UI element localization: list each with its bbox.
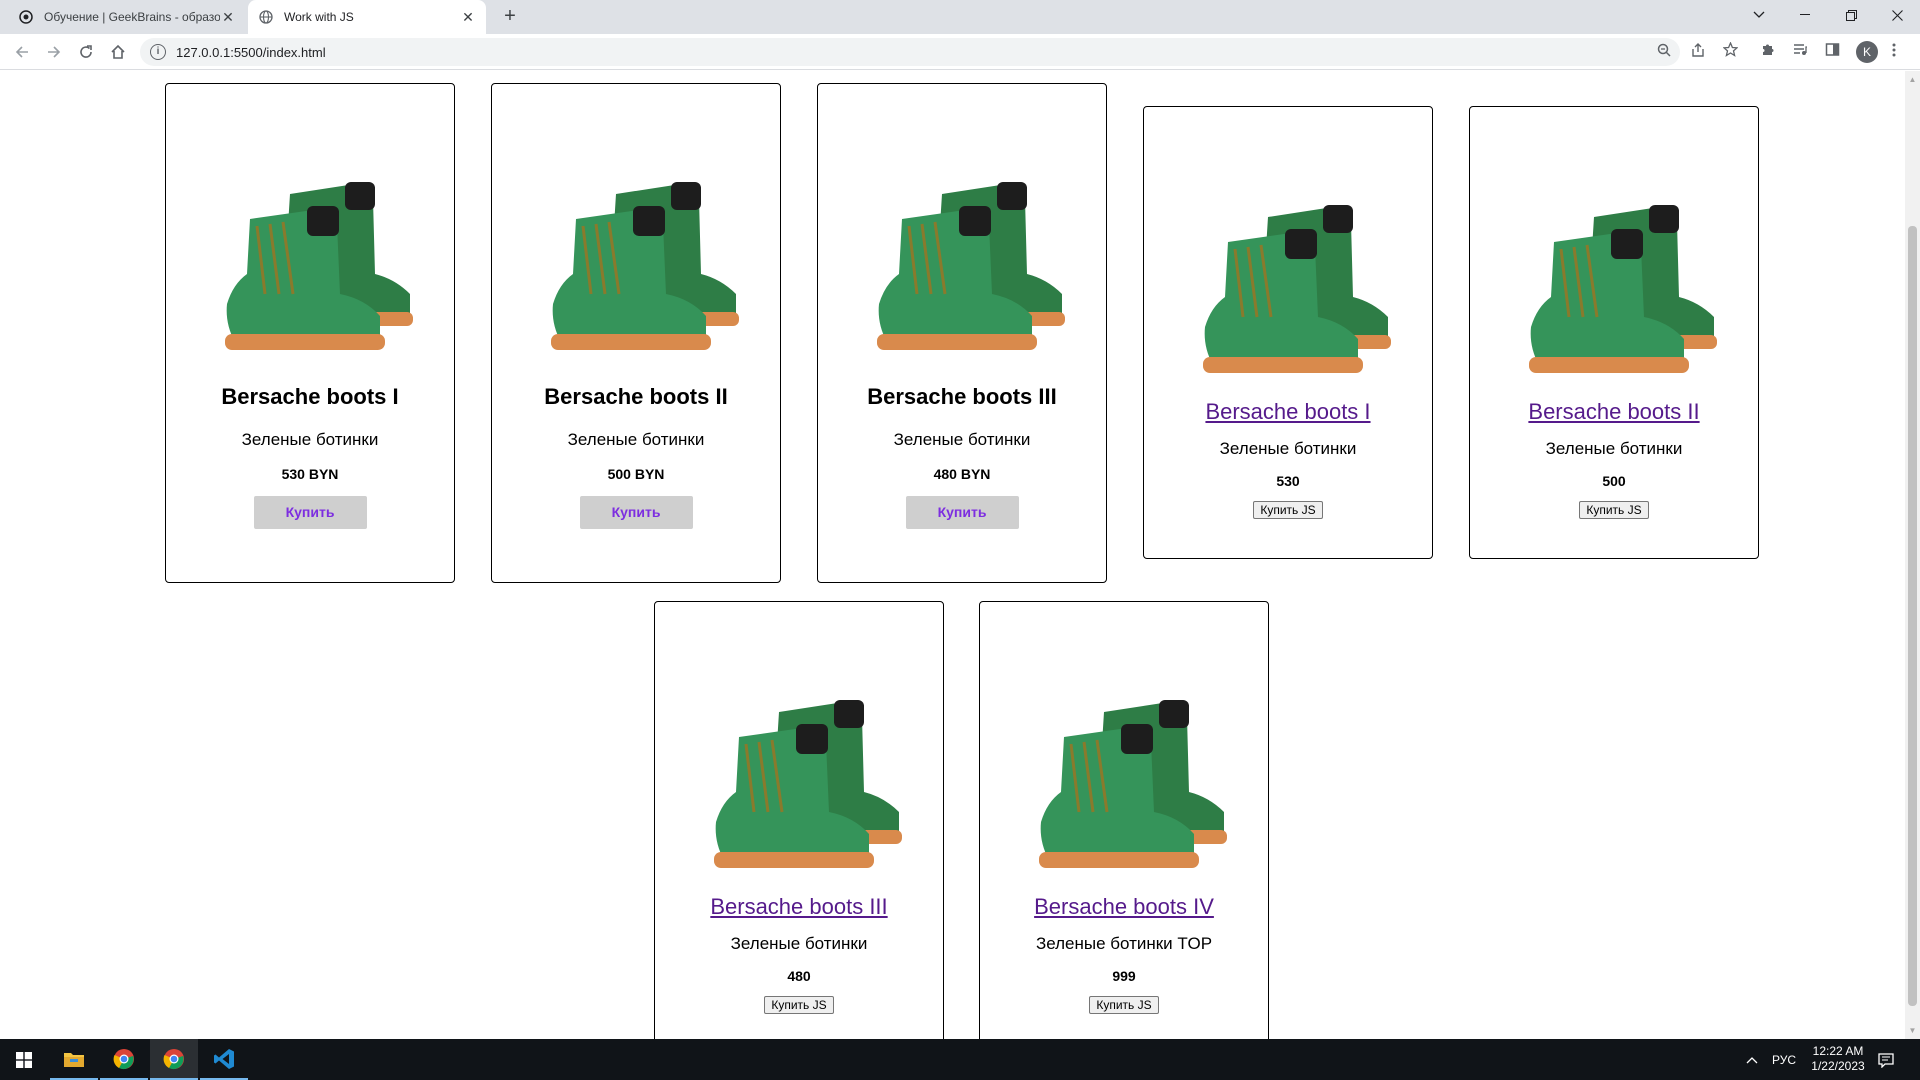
new-tab-button[interactable]: + xyxy=(498,6,522,28)
buy-js-button[interactable]: Купить JS xyxy=(1253,501,1323,519)
green-boots-image xyxy=(712,698,904,870)
buy-js-button[interactable]: Купить JS xyxy=(1579,501,1649,519)
site-info-icon[interactable]: i xyxy=(150,44,166,60)
js-product-card: Bersache boots III Зеленые ботинки 480 К… xyxy=(654,601,944,1039)
product-description: Зеленые ботинки TOP xyxy=(1035,934,1213,953)
product-description: Зеленые ботинки xyxy=(567,430,705,449)
zoom-icon[interactable] xyxy=(1654,42,1674,62)
buy-button[interactable]: Купить xyxy=(905,496,1019,529)
close-tab-icon[interactable]: ✕ xyxy=(220,9,236,26)
scrollbar-thumb[interactable] xyxy=(1908,226,1917,1006)
globe-icon xyxy=(258,9,274,25)
media-queue-icon[interactable] xyxy=(1790,42,1810,62)
home-icon[interactable] xyxy=(106,40,130,64)
extensions-puzzle-icon[interactable] xyxy=(1758,42,1778,62)
profile-avatar[interactable]: K xyxy=(1856,41,1878,63)
product-description: Зеленые ботинки xyxy=(730,934,868,953)
input-language[interactable]: РУС xyxy=(1772,1039,1796,1080)
product-price: 500 BYN xyxy=(607,466,665,482)
restore-icon[interactable] xyxy=(1828,0,1874,30)
browser-menu-icon[interactable] xyxy=(1884,42,1904,62)
product-card: Bersache boots III Зеленые ботинки 480 B… xyxy=(817,83,1107,583)
share-icon[interactable] xyxy=(1688,42,1708,62)
green-boots-image xyxy=(223,180,415,352)
product-price: 999 xyxy=(1112,968,1136,984)
product-title-link[interactable]: Bersache boots III xyxy=(710,894,887,920)
product-description: Зеленые ботинки xyxy=(893,430,1031,449)
product-title: Bersache boots III xyxy=(867,384,1057,409)
vscode-icon[interactable] xyxy=(200,1039,248,1080)
close-tab-icon[interactable]: ✕ xyxy=(460,9,476,26)
product-description: Зеленые ботинки xyxy=(1545,439,1683,458)
tab-geekbrains[interactable]: Обучение | GeekBrains - образо ✕ xyxy=(8,0,246,34)
product-price: 530 BYN xyxy=(281,466,339,482)
tab-title: Work with JS xyxy=(284,10,354,24)
buy-button[interactable]: Купить xyxy=(253,496,367,529)
side-panel-icon[interactable] xyxy=(1822,42,1842,62)
notifications-icon[interactable] xyxy=(1878,1039,1894,1080)
buy-button[interactable]: Купить xyxy=(579,496,693,529)
product-title-link[interactable]: Bersache boots II xyxy=(1528,399,1699,425)
chrome-active-window-icon[interactable] xyxy=(150,1039,198,1080)
minimize-icon[interactable] xyxy=(1782,0,1828,30)
product-price: 500 xyxy=(1602,473,1626,489)
green-boots-image xyxy=(1037,698,1229,870)
tab-search-chevron-icon[interactable] xyxy=(1736,0,1782,30)
buy-js-button[interactable]: Купить JS xyxy=(1089,996,1159,1014)
page-viewport: Bersache boots I Зеленые ботинки 530 BYN… xyxy=(0,71,1905,1039)
tab-title: Обучение | GeekBrains - образо xyxy=(44,10,220,24)
product-price: 530 xyxy=(1276,473,1300,489)
back-arrow-icon[interactable] xyxy=(10,40,34,64)
green-boots-image xyxy=(875,180,1067,352)
product-title: Bersache boots I xyxy=(221,384,399,409)
reload-icon[interactable] xyxy=(74,40,98,64)
green-boots-image xyxy=(1527,203,1719,375)
js-product-card: Bersache boots IV Зеленые ботинки TOP 99… xyxy=(979,601,1269,1039)
url-text: 127.0.0.1:5500/index.html xyxy=(176,44,326,60)
product-title-link[interactable]: Bersache boots IV xyxy=(1034,894,1214,920)
chrome-icon[interactable] xyxy=(100,1039,148,1080)
page-scrollbar[interactable]: ▲ ▼ xyxy=(1905,71,1920,1039)
scroll-down-arrow-icon[interactable]: ▼ xyxy=(1908,1026,1917,1035)
tab-work-with-js[interactable]: Work with JS ✕ xyxy=(248,0,486,34)
tray-chevron-icon[interactable] xyxy=(1746,1039,1758,1080)
forward-arrow-icon[interactable] xyxy=(42,40,66,64)
scroll-up-arrow-icon[interactable]: ▲ xyxy=(1908,75,1917,84)
js-product-card: Bersache boots II Зеленые ботинки 500 Ку… xyxy=(1469,106,1759,559)
product-price: 480 xyxy=(787,968,811,984)
close-window-icon[interactable] xyxy=(1874,0,1920,30)
clock-date: 1/22/2023 xyxy=(1811,1059,1865,1073)
address-bar[interactable]: i 127.0.0.1:5500/index.html xyxy=(140,38,1680,66)
buy-js-button[interactable]: Купить JS xyxy=(764,996,834,1014)
geekbrains-favicon-icon xyxy=(18,9,34,25)
bookmark-star-icon[interactable] xyxy=(1720,41,1740,62)
product-title-link[interactable]: Bersache boots I xyxy=(1205,399,1370,425)
green-boots-image xyxy=(549,180,741,352)
product-card: Bersache boots I Зеленые ботинки 530 BYN… xyxy=(165,83,455,583)
file-explorer-icon[interactable] xyxy=(50,1039,98,1080)
windows-taskbar: РУС 12:22 AM 1/22/2023 xyxy=(0,1039,1920,1080)
clock-time: 12:22 AM xyxy=(1812,1044,1864,1058)
green-boots-image xyxy=(1201,203,1393,375)
product-title: Bersache boots II xyxy=(544,384,728,409)
js-product-card: Bersache boots I Зеленые ботинки 530 Куп… xyxy=(1143,106,1433,559)
product-description: Зеленые ботинки xyxy=(241,430,379,449)
product-card: Bersache boots II Зеленые ботинки 500 BY… xyxy=(491,83,781,583)
browser-toolbar: i 127.0.0.1:5500/index.html xyxy=(0,34,1920,70)
windows-start-icon[interactable] xyxy=(0,1039,48,1080)
product-description: Зеленые ботинки xyxy=(1219,439,1357,458)
browser-tab-bar: Обучение | GeekBrains - образо ✕ Work wi… xyxy=(0,0,1920,34)
taskbar-clock[interactable]: 12:22 AM 1/22/2023 xyxy=(1800,1044,1876,1074)
product-price: 480 BYN xyxy=(933,466,991,482)
